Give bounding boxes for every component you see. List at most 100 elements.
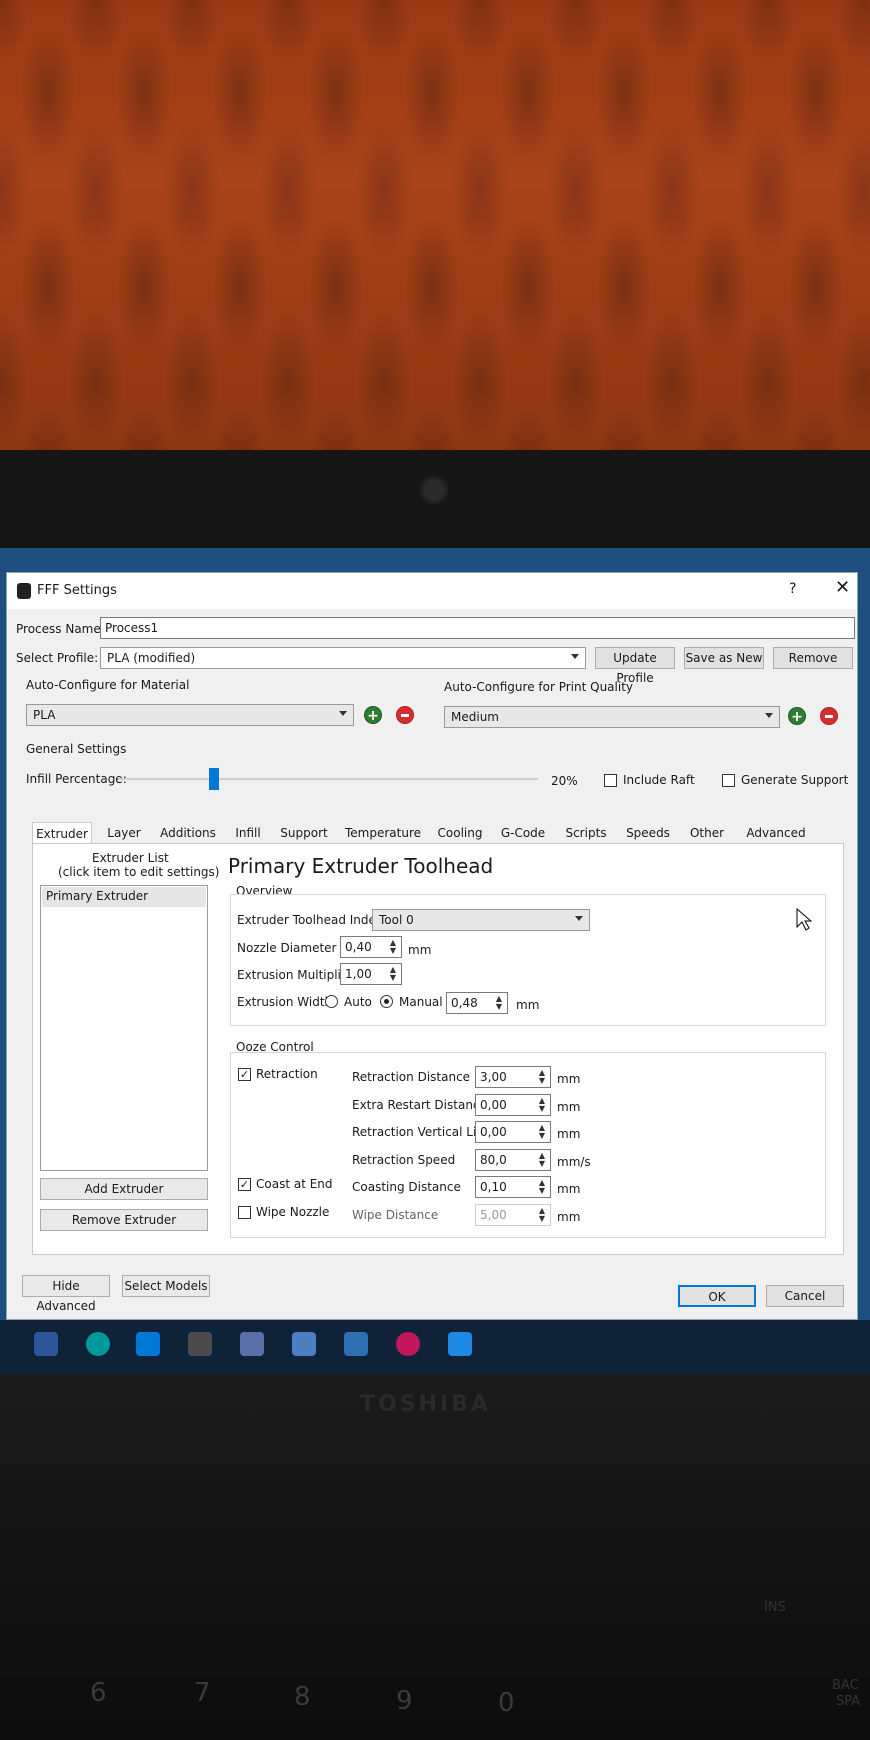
- update-profile-button[interactable]: Update Profile: [595, 647, 675, 685]
- key-0: 0: [498, 1688, 515, 1718]
- tab-advanced[interactable]: Advanced: [738, 822, 814, 844]
- tab-gcode[interactable]: G-Code: [496, 822, 550, 844]
- auto-radio[interactable]: [325, 995, 338, 1008]
- key-backspace-bottom: SPA: [836, 1694, 861, 1709]
- save-as-new-button[interactable]: Save as New: [684, 647, 764, 669]
- tab-additions[interactable]: Additions: [156, 822, 220, 844]
- key-8: 8: [294, 1682, 311, 1712]
- cancel-button[interactable]: Cancel: [766, 1285, 844, 1307]
- retraction-checkbox[interactable]: ✓: [238, 1068, 251, 1081]
- manual-radio-label: Manual: [399, 995, 443, 1009]
- retraction-speed-input[interactable]: 80,0 ▲ ▼: [475, 1149, 551, 1171]
- photos-icon[interactable]: [448, 1332, 472, 1356]
- material-select[interactable]: PLA: [26, 704, 354, 726]
- tab-extruder[interactable]: Extruder: [32, 822, 92, 844]
- material-label: Auto-Configure for Material: [26, 678, 190, 692]
- vertical-lift-unit: mm: [557, 1127, 581, 1141]
- spinner-arrows-icon[interactable]: ▲ ▼: [536, 1152, 548, 1168]
- tab-cooling[interactable]: Cooling: [432, 822, 488, 844]
- add-quality-icon[interactable]: +: [788, 707, 806, 725]
- remove-profile-button[interactable]: Remove: [773, 647, 853, 669]
- add-material-icon[interactable]: +: [364, 706, 382, 724]
- window-title: FFF Settings: [37, 583, 117, 598]
- vertical-lift-label: Retraction Vertical Lift: [352, 1125, 486, 1139]
- nozzle-diameter-input[interactable]: 0,40 ▲ ▼: [340, 936, 402, 958]
- spinner-arrows-icon[interactable]: ▲ ▼: [536, 1207, 548, 1223]
- wipe-distance-label: Wipe Distance: [352, 1208, 439, 1222]
- spinner-arrows-icon[interactable]: ▲ ▼: [387, 966, 399, 982]
- extruder-list-title: Extruder List: [92, 851, 169, 865]
- extra-restart-label: Extra Restart Distance: [352, 1098, 487, 1112]
- close-button[interactable]: ✕: [835, 577, 850, 598]
- select-profile-label: Select Profile:: [16, 651, 99, 665]
- laptop-body: [0, 1374, 870, 1740]
- coasting-distance-label: Coasting Distance: [352, 1180, 461, 1194]
- app-icon[interactable]: [396, 1332, 420, 1356]
- list-item[interactable]: Primary Extruder: [42, 887, 206, 907]
- key-ins: INS: [764, 1600, 786, 1615]
- extra-restart-input[interactable]: 0,00 ▲ ▼: [475, 1094, 551, 1116]
- arduino-icon[interactable]: [86, 1332, 110, 1356]
- extrusion-multiplier-input[interactable]: 1,00 ▲ ▼: [340, 963, 402, 985]
- coast-at-end-checkbox[interactable]: ✓: [238, 1178, 251, 1191]
- profile-select[interactable]: PLA (modified): [100, 647, 586, 669]
- hide-advanced-button[interactable]: Hide Advanced: [22, 1275, 110, 1313]
- window-icon[interactable]: [344, 1332, 368, 1356]
- toolhead-index-label: Extruder Toolhead Index: [237, 913, 383, 927]
- select-models-button[interactable]: Select Models: [122, 1275, 210, 1297]
- extruder-list[interactable]: Primary Extruder: [40, 885, 208, 1171]
- extrusion-width-input[interactable]: 0,48 ▲ ▼: [446, 992, 508, 1014]
- coasting-distance-input[interactable]: 0,10 ▲ ▼: [475, 1176, 551, 1198]
- process-name-input[interactable]: Process1: [100, 617, 855, 639]
- spinner-arrows-icon[interactable]: ▲ ▼: [387, 939, 399, 955]
- quality-select[interactable]: Medium: [444, 706, 780, 728]
- spinner-arrows-icon[interactable]: ▲ ▼: [536, 1124, 548, 1140]
- vscode-icon[interactable]: [136, 1332, 160, 1356]
- extrusion-multiplier-label: Extrusion Multiplier: [237, 968, 354, 982]
- calculator-icon[interactable]: [292, 1332, 316, 1356]
- infill-slider-track[interactable]: [118, 778, 538, 780]
- tab-scripts[interactable]: Scripts: [558, 822, 614, 844]
- toolhead-index-select[interactable]: Tool 0: [372, 909, 590, 931]
- tab-other[interactable]: Other: [684, 822, 730, 844]
- wipe-nozzle-label: Wipe Nozzle: [256, 1205, 330, 1219]
- infill-label: Infill Percentage:: [26, 772, 127, 786]
- chevron-down-icon: [765, 713, 773, 718]
- include-raft-checkbox[interactable]: [604, 774, 617, 787]
- remove-extruder-button[interactable]: Remove Extruder: [40, 1209, 208, 1231]
- nozzle-unit: mm: [408, 943, 432, 957]
- infill-slider-thumb[interactable]: [209, 768, 219, 790]
- tab-support[interactable]: Support: [276, 822, 332, 844]
- coast-at-end-label: Coast at End: [256, 1177, 333, 1191]
- chevron-down-icon: [571, 654, 579, 659]
- help-button[interactable]: ?: [789, 581, 796, 597]
- tab-layer[interactable]: Layer: [98, 822, 150, 844]
- vertical-lift-input[interactable]: 0,00 ▲ ▼: [475, 1121, 551, 1143]
- auto-radio-label: Auto: [344, 995, 372, 1009]
- spinner-arrows-icon[interactable]: ▲ ▼: [493, 995, 505, 1011]
- ok-button[interactable]: OK: [678, 1285, 756, 1307]
- retraction-speed-unit: mm/s: [557, 1155, 591, 1169]
- tab-temperature[interactable]: Temperature: [340, 822, 426, 844]
- spinner-arrows-icon[interactable]: ▲ ▼: [536, 1179, 548, 1195]
- tab-speeds[interactable]: Speeds: [620, 822, 676, 844]
- remove-material-icon[interactable]: [396, 706, 414, 724]
- quality-label: Auto-Configure for Print Quality: [444, 680, 633, 694]
- simplify3d-icon[interactable]: [240, 1332, 264, 1356]
- generate-support-checkbox[interactable]: [722, 774, 735, 787]
- manual-radio[interactable]: [380, 995, 393, 1008]
- spinner-arrows-icon[interactable]: ▲ ▼: [536, 1097, 548, 1113]
- chevron-down-icon: [339, 711, 347, 716]
- add-extruder-button[interactable]: Add Extruder: [40, 1178, 208, 1200]
- key-6: 6: [90, 1678, 107, 1708]
- remove-quality-icon[interactable]: [820, 707, 838, 725]
- wipe-nozzle-checkbox[interactable]: [238, 1206, 251, 1219]
- spinner-arrows-icon[interactable]: ▲ ▼: [536, 1069, 548, 1085]
- extrusion-width-label: Extrusion Width: [237, 995, 333, 1009]
- retraction-distance-input[interactable]: 3,00 ▲ ▼: [475, 1066, 551, 1088]
- app-icon[interactable]: [188, 1332, 212, 1356]
- toolhead-index-value: Tool 0: [379, 913, 414, 927]
- tab-infill[interactable]: Infill: [228, 822, 268, 844]
- word-icon[interactable]: [34, 1332, 58, 1356]
- wipe-distance-input[interactable]: 5,00 ▲ ▼: [475, 1204, 551, 1226]
